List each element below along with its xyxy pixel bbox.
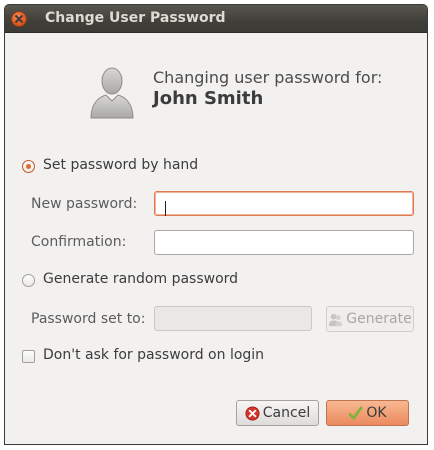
confirmation-field[interactable] <box>154 230 414 255</box>
new-password-field[interactable] <box>154 191 414 216</box>
cancel-icon <box>245 405 260 421</box>
confirmation-label: Confirmation: <box>31 234 127 250</box>
password-set-to-field <box>154 306 312 331</box>
heading-line: Changing user password for: <box>153 68 383 87</box>
close-icon[interactable] <box>11 11 27 27</box>
ok-button-label: OK <box>366 405 387 421</box>
cancel-button-label: Cancel <box>262 405 311 421</box>
generate-random-radio[interactable] <box>22 274 35 287</box>
new-password-label: New password: <box>31 196 138 212</box>
cancel-button[interactable]: Cancel <box>236 400 319 426</box>
generate-button[interactable]: Generate <box>326 306 414 332</box>
dont-ask-label[interactable]: Don't ask for password on login <box>43 347 264 363</box>
generate-random-label[interactable]: Generate random password <box>43 271 238 287</box>
set-by-hand-label[interactable]: Set password by hand <box>43 157 198 173</box>
user-name: John Smith <box>153 88 264 109</box>
set-by-hand-radio[interactable] <box>22 160 35 173</box>
password-set-to-label: Password set to: <box>31 311 146 327</box>
change-password-dialog: Change User Password Changing user passw… <box>4 4 428 445</box>
ok-button[interactable]: OK <box>326 400 409 426</box>
text-caret <box>165 201 166 216</box>
checkmark-icon <box>348 405 363 420</box>
dont-ask-checkbox[interactable] <box>22 350 35 363</box>
users-icon <box>329 313 343 326</box>
user-avatar-icon <box>90 67 134 119</box>
generate-button-label: Generate <box>346 311 412 327</box>
titlebar: Change User Password <box>5 5 427 33</box>
window-title: Change User Password <box>45 10 226 26</box>
